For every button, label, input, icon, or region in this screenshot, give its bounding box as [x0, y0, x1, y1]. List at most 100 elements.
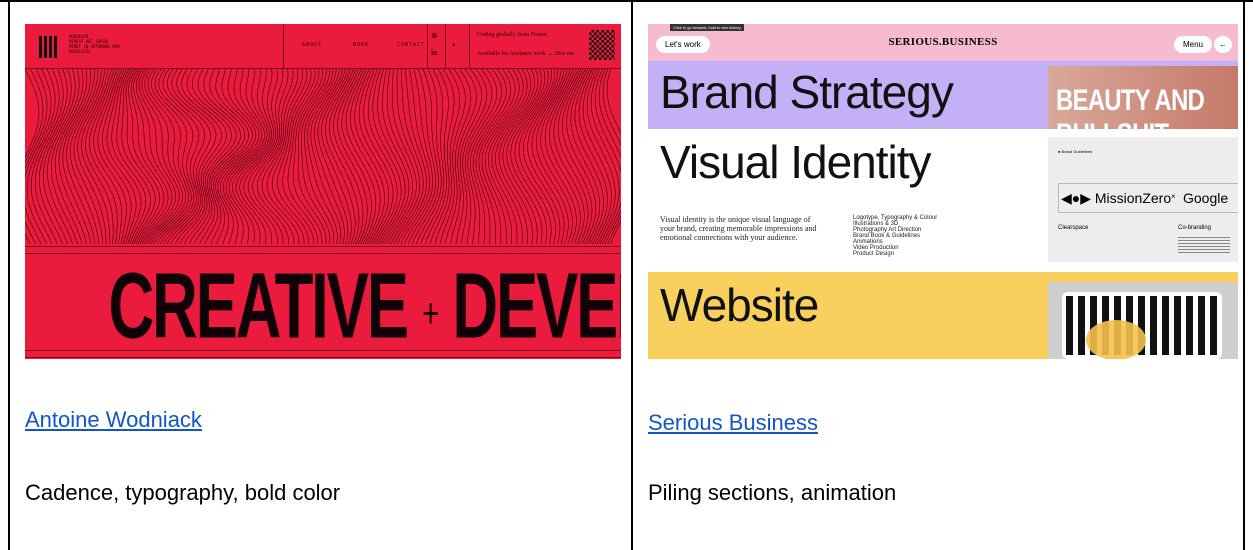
service-item: Product Design — [853, 251, 895, 257]
divider — [427, 24, 428, 68]
missionzero-text: MissionZero — [1094, 190, 1172, 206]
wave-line — [204, 69, 246, 244]
wave-line — [125, 69, 156, 244]
wave-line — [93, 69, 122, 244]
headline-plus: + — [422, 290, 439, 337]
thumb-label-text: Brand Guidelines — [1061, 149, 1093, 154]
back-arrow-icon[interactable]: ← — [1214, 36, 1232, 53]
wave-line — [464, 69, 493, 244]
site-header: WODNIACK MIMEHT KKT SAPIN MIMET IN ARTOM… — [25, 24, 621, 69]
wave-line — [455, 69, 482, 244]
antoine-wodniack-link[interactable]: Antoine Wodniack — [25, 407, 202, 433]
website-preview — [1062, 292, 1222, 359]
thumb-text: BULLSHIT — [1056, 118, 1169, 129]
wave-line — [407, 69, 436, 244]
wave-line — [582, 69, 612, 244]
missionzero-logo: ◀●▶ MissionZero — [1061, 190, 1172, 206]
nav-about[interactable]: ABOUT — [302, 42, 322, 48]
wave-lines-artwork — [25, 69, 621, 244]
thumb-text: BEAUTY AND — [1056, 84, 1205, 117]
address-block: WODNIACK MIMEHT KKT SAPIN MIMET IN ARTOM… — [69, 34, 120, 54]
ticker-bottom — [25, 350, 621, 358]
wave-line — [510, 69, 549, 244]
site-header: Click to go forward, hold to see history… — [648, 24, 1238, 61]
table-cell-left: WODNIACK MIMEHT KKT SAPIN MIMET IN ARTOM… — [10, 2, 631, 550]
wave-line — [25, 69, 40, 158]
wave-line — [313, 69, 345, 244]
wave-line — [498, 69, 539, 244]
wave-line — [97, 69, 127, 244]
wave-line — [184, 69, 227, 244]
antoine-wodniack-screenshot: WODNIACK MIMEHT KKT SAPIN MIMET IN ARTOM… — [25, 24, 621, 359]
thumb-label: ● Brand Guidelines — [1058, 149, 1093, 154]
serious-business-link[interactable]: Serious Business — [648, 410, 818, 436]
globe-icon[interactable]: ⊕ — [431, 31, 438, 40]
visual-identity-thumbnail: ● Brand Guidelines ◀●▶ MissionZero × Goo… — [1048, 137, 1238, 262]
section-paragraph: Visual identity is the unique visual lan… — [660, 215, 817, 242]
promo-hire-me[interactable]: Available for freelance work → Hire me — [477, 51, 574, 57]
browser-tooltip: Click to go forward, hold to see history — [670, 24, 744, 31]
wave-line — [147, 69, 186, 244]
services-list: Logotype, Typography & Colour Illustratio… — [853, 215, 973, 257]
wave-line — [210, 69, 250, 244]
site-logo — [39, 36, 57, 58]
linkedin-icon[interactable]: in — [431, 50, 437, 57]
clearspace-caption: Clearspace — [1058, 225, 1089, 231]
brand-lockup: ◀●▶ MissionZero × Google — [1058, 183, 1238, 213]
co-branding-caption: Co-branding — [1178, 225, 1212, 231]
google-logo: Google — [1183, 190, 1229, 206]
table-cell-right: Click to go forward, hold to see history… — [633, 2, 1243, 550]
wave-line — [85, 69, 114, 244]
wave-line — [606, 69, 621, 244]
wave-line — [400, 69, 430, 244]
address-line: WEEKLAISA — [69, 49, 91, 54]
brand-strategy-thumbnail: BEAUTY AND BULLSHIT — [1048, 66, 1238, 129]
serious-business-description: Piling sections, animation — [648, 480, 897, 505]
hero-headline: CREATIVE + DEVELOPER — [108, 259, 621, 352]
fine-print — [1178, 237, 1230, 253]
wave-line — [329, 69, 360, 244]
wave-line — [506, 69, 546, 244]
wave-line — [377, 69, 406, 244]
wave-line — [194, 69, 237, 244]
wave-line — [321, 69, 352, 244]
wave-line — [310, 69, 342, 244]
wave-line — [412, 69, 439, 244]
wave-line — [228, 69, 268, 244]
promo-location: Coding globally from France. — [477, 32, 549, 38]
table-border-right — [1243, 0, 1245, 550]
antoine-wodniack-description: Cadence, typography, bold color — [25, 480, 341, 505]
divider — [469, 24, 470, 68]
headline-creative: CREATIVE — [108, 253, 409, 358]
website-thumbnail — [1048, 282, 1238, 359]
section-title: Website — [660, 279, 819, 331]
divider — [445, 24, 446, 68]
wave-line — [416, 69, 442, 244]
wave-line — [514, 69, 552, 244]
site-title[interactable]: SERIOUS.BUSINESS — [648, 36, 1238, 48]
wave-line — [602, 69, 621, 244]
times-icon: × — [1171, 192, 1176, 201]
section-brand-strategy: Brand Strategy BEAUTY AND BULLSHIT — [648, 61, 1238, 129]
qr-code-icon — [589, 30, 615, 60]
nav-work[interactable]: WORK — [353, 42, 369, 48]
divider — [283, 24, 284, 68]
section-title: Visual Identity — [660, 136, 932, 188]
theme-toggle-icon[interactable]: ◐ — [452, 40, 457, 49]
wave-line — [111, 69, 142, 244]
serious-business-screenshot: Click to go forward, hold to see history… — [648, 24, 1238, 359]
wave-line — [450, 69, 477, 244]
wave-line — [484, 69, 524, 244]
wave-line — [390, 69, 421, 244]
preview-shape — [1086, 320, 1146, 359]
wave-line — [502, 69, 542, 244]
wave-line — [170, 69, 211, 244]
nav-contact[interactable]: CONTACT — [397, 42, 425, 48]
menu-button[interactable]: Menu — [1173, 36, 1212, 53]
section-website: Website — [648, 272, 1238, 359]
wave-line — [475, 69, 512, 244]
wave-line — [481, 69, 520, 244]
section-visual-identity: Visual Identity Visual identity is the u… — [648, 129, 1238, 272]
headline-developer: DEVELOPER — [452, 253, 621, 358]
wave-line — [116, 69, 147, 244]
